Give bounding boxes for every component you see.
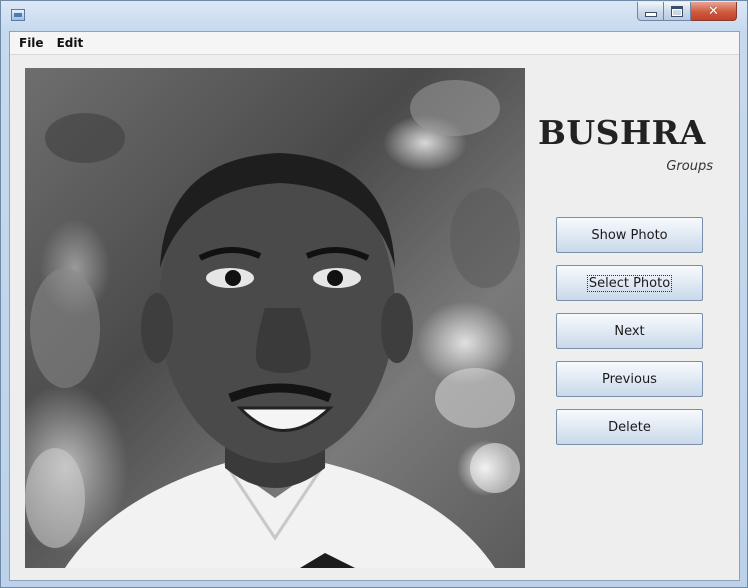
close-icon: ✕ bbox=[708, 3, 719, 19]
window-controls: ✕ bbox=[637, 2, 737, 22]
close-button[interactable]: ✕ bbox=[691, 2, 737, 21]
maximize-button[interactable] bbox=[664, 2, 691, 21]
next-label: Next bbox=[614, 323, 645, 339]
select-photo-label: Select Photo bbox=[586, 274, 673, 292]
minimize-button[interactable] bbox=[637, 2, 664, 21]
menu-edit[interactable]: Edit bbox=[48, 32, 90, 54]
app-title: BUSHRA bbox=[538, 113, 706, 152]
subtitle-groups: Groups bbox=[666, 159, 713, 174]
show-photo-label: Show Photo bbox=[591, 227, 668, 243]
delete-label: Delete bbox=[608, 419, 651, 435]
show-photo-button[interactable]: Show Photo bbox=[556, 217, 703, 253]
portrait-illustration bbox=[25, 80, 520, 568]
previous-button[interactable]: Previous bbox=[556, 361, 703, 397]
application-window: ✕ File Edit BUSHRA Groups Show Photo Sel… bbox=[0, 0, 748, 588]
minimize-icon bbox=[644, 11, 657, 17]
menu-bar: File Edit bbox=[10, 32, 739, 55]
title-bar[interactable]: ✕ bbox=[1, 1, 747, 30]
content-panel: BUSHRA Groups Show Photo Select Photo Ne… bbox=[10, 55, 739, 580]
select-photo-button[interactable]: Select Photo bbox=[556, 265, 703, 301]
maximize-icon bbox=[671, 5, 683, 17]
client-area: File Edit BUSHRA Groups Show Photo Selec… bbox=[9, 31, 740, 581]
menu-file[interactable]: File bbox=[10, 32, 50, 54]
next-button[interactable]: Next bbox=[556, 313, 703, 349]
app-icon[interactable] bbox=[11, 9, 25, 21]
portrait-photo bbox=[25, 68, 525, 568]
previous-label: Previous bbox=[602, 371, 657, 387]
delete-button[interactable]: Delete bbox=[556, 409, 703, 445]
